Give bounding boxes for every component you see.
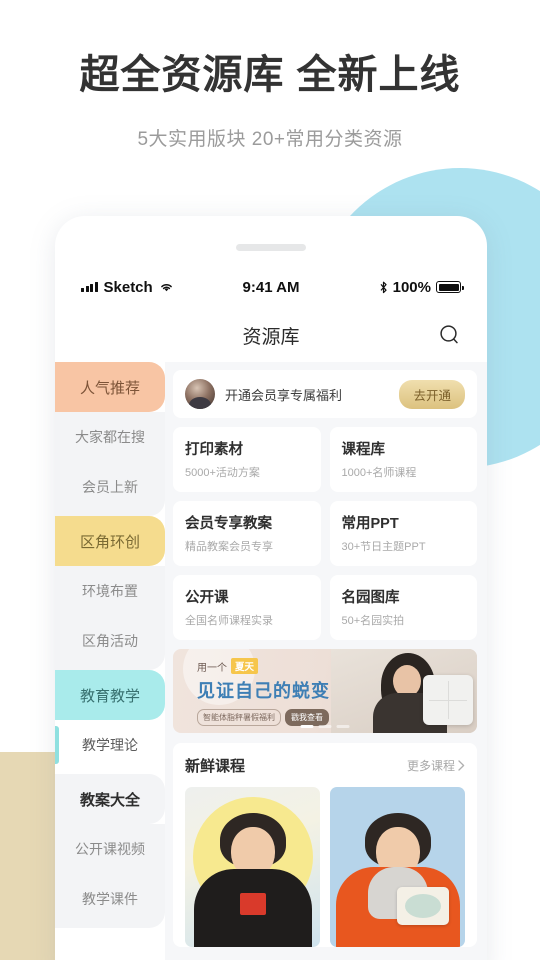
more-courses-link[interactable]: 更多课程: [407, 757, 465, 774]
carousel-dot-0[interactable]: [300, 725, 314, 728]
sidebar-group-header-0[interactable]: 人气推荐: [55, 362, 165, 412]
sidebar-item-3-0[interactable]: 公开课视频: [55, 824, 165, 874]
grid-card-4[interactable]: 公开课 全国名师课程实录: [173, 575, 321, 640]
banner-cta-pill[interactable]: 戳我查看: [285, 709, 329, 726]
promo-page: 超全资源库 全新上线 5大实用版块 20+常用分类资源 Sketch 9:41 …: [0, 0, 540, 960]
sidebar-item-0-0[interactable]: 大家都在搜: [55, 412, 165, 462]
page-title: 资源库: [242, 326, 300, 348]
sidebar-group-2: 教育教学 教学理论: [55, 670, 165, 774]
sidebar-group-0: 人气推荐 大家都在搜 会员上新: [55, 362, 165, 516]
section-header: 新鲜课程 更多课程: [185, 755, 465, 776]
carousel-dot-2[interactable]: [336, 725, 350, 728]
grid-card-5[interactable]: 名园图库 50+名园实拍: [329, 575, 477, 640]
sidebar-group-header-1[interactable]: 区角环创: [55, 516, 165, 566]
grid-card-3[interactable]: 常用PPT 30+节日主题PPT: [329, 501, 477, 566]
carousel-dot-1[interactable]: [318, 725, 332, 728]
sidebar-item-0-1[interactable]: 会员上新: [55, 462, 165, 512]
sidebar-item-2-0[interactable]: 教学理论: [55, 720, 165, 770]
banner-text-block: 用一个 夏天 见证自己的蜕变 智能体脂秤暑假福利 戳我查看: [197, 658, 330, 726]
chevron-right-icon: [458, 760, 465, 771]
sidebar-item-1-0[interactable]: 环境布置: [55, 566, 165, 616]
app-navbar: 资源库: [55, 312, 487, 358]
grid-card-subtitle: 5000+活动方案: [185, 467, 260, 479]
new-courses-section: 新鲜课程 更多课程: [173, 743, 477, 947]
member-promo-card[interactable]: 开通会员享专属福利 去开通: [173, 370, 477, 418]
quick-entry-grid: 打印素材 5000+活动方案 课程库 1000+名师课程 会员专享教案 精品教案…: [173, 427, 477, 640]
grid-card-subtitle: 1000+名师课程: [341, 467, 417, 479]
grid-card-title: 课程库: [341, 442, 386, 458]
section-title: 新鲜课程: [185, 758, 246, 775]
category-sidebar[interactable]: 人气推荐 大家都在搜 会员上新 区角环创 环境布置 区角活动 教育教学 教学理论…: [55, 362, 165, 960]
page-headline: 超全资源库 全新上线: [79, 53, 461, 97]
course-card-2[interactable]: [330, 787, 465, 947]
avatar: [185, 379, 215, 409]
grid-card-title: 打印素材: [185, 442, 243, 458]
phone-speaker: [236, 244, 306, 251]
member-promo-text: 开通会员享专属福利: [225, 387, 343, 403]
banner-pill: 智能体脂秤暑假福利: [197, 709, 281, 726]
grid-card-title: 会员专享教案: [185, 516, 272, 532]
content-scroll-area[interactable]: 开通会员享专属福利 去开通 打印素材 5000+活动方案 课程库 1000+名师…: [165, 362, 487, 960]
page-subheadline: 5大实用版块 20+常用分类资源: [137, 129, 403, 150]
grid-card-subtitle: 精品教案会员专享: [185, 541, 273, 553]
sidebar-item-1-1[interactable]: 区角活动: [55, 616, 165, 666]
battery-full-icon: [436, 281, 464, 293]
banner-line1-pre: 用一个: [197, 662, 227, 674]
grid-card-2[interactable]: 会员专享教案 精品教案会员专享: [173, 501, 321, 566]
sidebar-group-1: 区角环创 环境布置 区角活动: [55, 516, 165, 670]
banner-season-tag: 夏天: [231, 658, 259, 674]
status-bar: Sketch 9:41 AM 100%: [55, 274, 487, 300]
grid-card-title: 公开课: [185, 590, 229, 606]
grid-card-title: 常用PPT: [341, 516, 399, 532]
search-icon: [440, 325, 458, 344]
battery-percent: 100%: [392, 278, 431, 296]
bluetooth-icon: [380, 281, 387, 293]
sidebar-item-3-1[interactable]: 教学课件: [55, 874, 165, 924]
sidebar-group-header-3[interactable]: 教案大全: [55, 774, 165, 824]
grid-card-0[interactable]: 打印素材 5000+活动方案: [173, 427, 321, 492]
phone-mockup: Sketch 9:41 AM 100% 资源库 人气推荐 大家都在搜 会员上新 …: [55, 216, 487, 960]
grid-card-subtitle: 30+节日主题PPT: [341, 541, 426, 553]
app-body: 人气推荐 大家都在搜 会员上新 区角环创 环境布置 区角活动 教育教学 教学理论…: [55, 362, 487, 960]
carousel-indicators[interactable]: [300, 725, 350, 728]
grid-card-subtitle: 全国名师课程实录: [185, 615, 273, 627]
activate-membership-button[interactable]: 去开通: [399, 379, 465, 409]
more-courses-label: 更多课程: [406, 759, 455, 773]
search-button[interactable]: [435, 320, 465, 350]
banner-photo: [331, 649, 477, 733]
promo-carousel-banner[interactable]: 用一个 夏天 见证自己的蜕变 智能体脂秤暑假福利 戳我查看: [173, 649, 477, 733]
grid-card-subtitle: 50+名园实拍: [341, 615, 405, 627]
course-card-1[interactable]: [185, 787, 320, 947]
sidebar-group-3: 教案大全 公开课视频 教学课件: [55, 774, 165, 928]
sidebar-group-header-2[interactable]: 教育教学: [55, 670, 165, 720]
grid-card-title: 名园图库: [341, 590, 400, 606]
banner-headline: 见证自己的蜕变: [197, 681, 330, 701]
course-card-list: [185, 787, 465, 947]
grid-card-1[interactable]: 课程库 1000+名师课程: [329, 427, 477, 492]
